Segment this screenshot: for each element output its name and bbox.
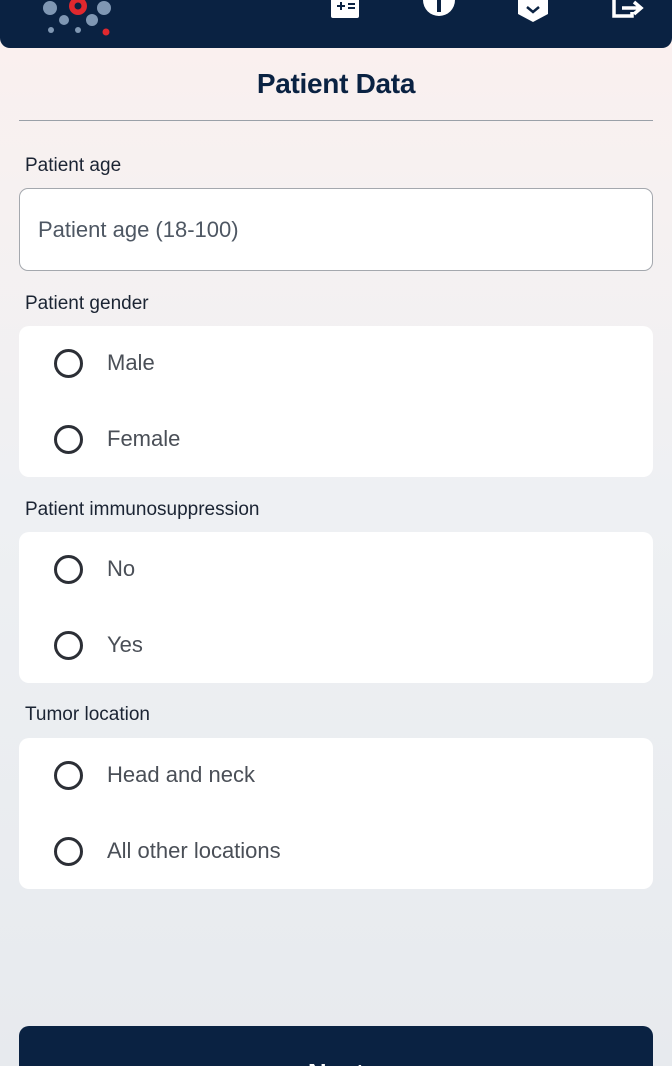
logout-icon[interactable] [610,0,644,22]
tumor-location-option-other[interactable]: All other locations [19,814,653,889]
app-logo [43,0,111,36]
option-label: Female [107,426,181,451]
immunosuppression-radio-group: No Yes [19,532,653,683]
radio-button[interactable] [54,761,83,790]
immunosuppression-option-no[interactable]: No [19,532,653,607]
option-label: No [107,556,136,581]
tumor-location-radio-group: Head and neck All other locations [19,738,653,889]
gender-radio-group: Male Female [19,326,653,477]
radio-button[interactable] [54,631,83,660]
calculator-icon[interactable] [328,0,362,22]
page-title: Patient Data [256,68,416,99]
title-divider [19,120,653,121]
bookmark-icon[interactable] [516,0,550,22]
tumor-location-label: Tumor location [25,704,150,725]
patient-age-label: Patient age [25,155,122,176]
tumor-location-option-head-and-neck[interactable]: Head and neck [19,738,653,813]
option-label: All other locations [107,838,281,863]
patient-immunosuppression-label: Patient immunosuppression [25,499,260,520]
option-label: Yes [107,632,143,657]
patient-gender-label: Patient gender [25,293,149,314]
radio-button[interactable] [54,425,83,454]
patient-age-input[interactable] [19,188,653,271]
immunosuppression-option-yes[interactable]: Yes [19,608,653,683]
radio-button[interactable] [54,349,83,378]
gender-option-male[interactable]: Male [19,326,653,401]
option-label: Male [107,350,155,375]
radio-button[interactable] [54,555,83,584]
option-label: Head and neck [107,762,255,787]
next-button[interactable]: Next [19,1026,653,1066]
gender-option-female[interactable]: Female [19,402,653,477]
top-app-bar [0,0,672,48]
radio-button[interactable] [54,837,83,866]
info-icon[interactable] [422,0,456,22]
